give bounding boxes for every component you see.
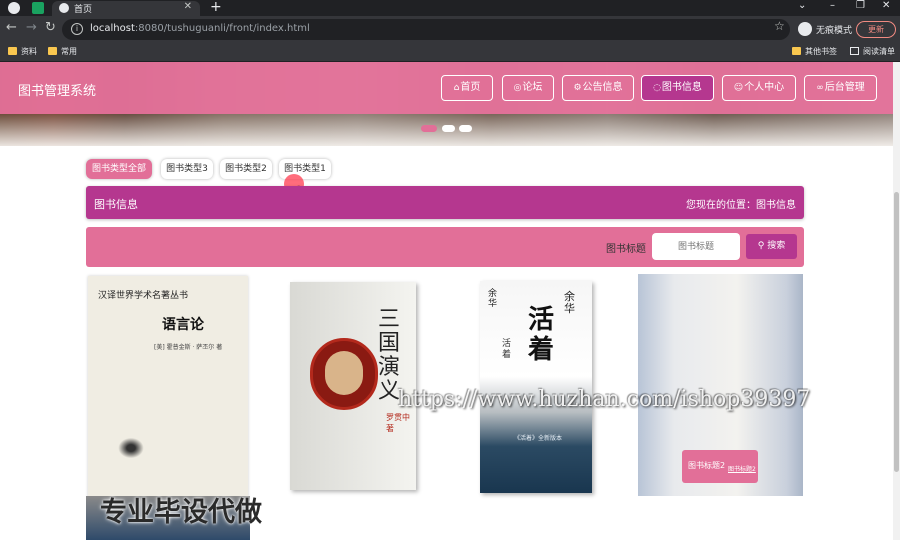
category-type3[interactable]: 图书类型3 <box>161 159 213 179</box>
search-icon: ⚲ <box>757 241 768 251</box>
book-cover-title: 三国演义 <box>378 307 401 404</box>
book-hover-overlay[interactable]: 图书标题2 图书标题2 <box>682 450 758 483</box>
incognito-avatar-icon[interactable] <box>798 22 812 36</box>
category-all[interactable]: 图书类型全部 <box>86 159 152 179</box>
carousel-dot-1[interactable] <box>421 125 437 132</box>
nav-notices[interactable]: ⚙公告信息 <box>562 75 634 101</box>
scrollbar-thumb[interactable] <box>894 192 899 472</box>
reload-icon[interactable]: ↻ <box>45 20 56 35</box>
book-cover-band: 《活着》全新版本 <box>513 435 562 442</box>
app-icon[interactable] <box>32 2 44 14</box>
book-title[interactable]: 图书标题2 <box>688 460 725 471</box>
book-card-2[interactable]: 三国演义 罗贯中 著 <box>290 282 416 490</box>
tab-title: 首页 <box>74 5 93 15</box>
breadcrumb: 您现在的位置：图书信息 <box>686 200 796 211</box>
nav-profile[interactable]: ☺个人中心 <box>722 75 796 101</box>
book-cover-author: [美] 霍普金斯 · 萨丕尔 著 <box>154 344 223 351</box>
carousel-dot-2[interactable] <box>442 125 455 132</box>
globe-icon <box>59 3 69 13</box>
address-bar-row: ← → ↻ i localhost:8080/tushuguanli/front… <box>0 16 900 43</box>
forum-icon: ◎ <box>513 83 522 93</box>
book-cover-author-large: 余华 <box>564 290 575 315</box>
new-tab-button[interactable]: + <box>210 0 222 15</box>
category-type2[interactable]: 图书类型2 <box>220 159 272 179</box>
back-icon[interactable]: ← <box>6 20 17 35</box>
user-icon: ☺ <box>733 83 744 93</box>
nav-admin[interactable]: ∞后台管理 <box>804 75 877 101</box>
nav-forum[interactable]: ◎论坛 <box>502 75 554 101</box>
watermark-url: https://www.huzhan.com/ishop39397 <box>398 387 811 412</box>
search-input[interactable] <box>652 233 740 260</box>
search-label: 图书标题 <box>606 244 646 255</box>
tab-search-icon[interactable]: ⌄ <box>798 0 806 11</box>
forward-icon[interactable]: → <box>26 20 37 35</box>
notice-icon: ⚙ <box>573 83 582 93</box>
bookmark-other[interactable]: 其他书签 <box>792 46 837 57</box>
omnibox[interactable]: i localhost:8080/tushuguanli/front/index… <box>62 19 790 40</box>
watermark-slogan: 专业毕设代做 <box>100 497 262 528</box>
carousel-dot-3[interactable] <box>459 125 472 132</box>
book-cover-author: 余华 <box>488 289 498 309</box>
book-icon: ◌ <box>653 83 661 93</box>
search-button[interactable]: ⚲ 搜索 <box>746 234 797 259</box>
site-header: 图书管理系统 ⌂首页 ◎论坛 ⚙公告信息 ◌图书信息 ☺个人中心 ∞后台管理 <box>0 62 893 114</box>
book-card-1[interactable]: 汉译世界学术名著丛书 语言论 [美] 霍普金斯 · 萨丕尔 著 <box>88 276 248 498</box>
bookmark-folder-1[interactable]: 资料 <box>8 46 37 57</box>
reading-list-icon <box>850 47 859 55</box>
browser-tabbar: 首页 ✕ + ⌄ – ❐ ✕ <box>0 0 900 16</box>
chrome-logo-icon <box>8 2 20 14</box>
search-bar: 图书标题 ⚲ 搜索 <box>86 227 804 267</box>
section-title: 图书信息 <box>94 198 138 211</box>
url-text[interactable]: localhost:8080/tushuguanli/front/index.h… <box>90 23 310 34</box>
minimize-icon[interactable]: – <box>830 0 835 11</box>
book-card-4[interactable]: 图书标题2 图书标题2 <box>638 274 803 496</box>
book-series-text: 汉译世界学术名著丛书 <box>98 291 189 301</box>
folder-icon <box>792 47 801 55</box>
book-detail-link[interactable]: 图书标题2 <box>728 464 756 473</box>
book-cover-title: 活着 <box>528 305 555 365</box>
site-title: 图书管理系统 <box>18 84 97 99</box>
bookmark-folder-2[interactable]: 常用 <box>48 46 77 57</box>
folder-icon <box>48 47 57 55</box>
nav-books[interactable]: ◌图书信息 <box>641 75 714 101</box>
book-cover-author: 罗贯中 著 <box>386 413 410 433</box>
browser-tab-active[interactable]: 首页 ✕ <box>52 1 200 16</box>
page-viewport: 图书管理系统 ⌂首页 ◎论坛 ⚙公告信息 ◌图书信息 ☺个人中心 ∞后台管理 图… <box>0 62 893 540</box>
cover-illustration <box>116 436 146 460</box>
cover-illustration <box>310 338 378 410</box>
close-window-icon[interactable]: ✕ <box>882 0 890 11</box>
update-button[interactable]: 更新 <box>856 21 896 38</box>
close-tab-icon[interactable]: ✕ <box>184 1 192 12</box>
page-scrollbar[interactable] <box>893 62 900 540</box>
nav-home[interactable]: ⌂首页 <box>441 75 493 101</box>
bookmark-star-icon[interactable]: ☆ <box>774 19 785 33</box>
link-icon: ∞ <box>816 83 824 93</box>
folder-icon <box>8 47 17 55</box>
site-info-icon[interactable]: i <box>71 23 83 35</box>
home-icon: ⌂ <box>453 83 460 93</box>
reading-list[interactable]: 阅读清单 <box>850 46 895 57</box>
maximize-icon[interactable]: ❐ <box>856 0 865 11</box>
book-cover-title: 语言论 <box>162 317 204 333</box>
section-header: 图书信息 您现在的位置：图书信息 <box>86 186 804 219</box>
bookmarks-bar: 资料 常用 其他书签 阅读清单 <box>0 43 900 62</box>
book-cover-subtitle: 活着 <box>502 339 512 360</box>
incognito-label: 无痕模式 <box>816 26 853 36</box>
